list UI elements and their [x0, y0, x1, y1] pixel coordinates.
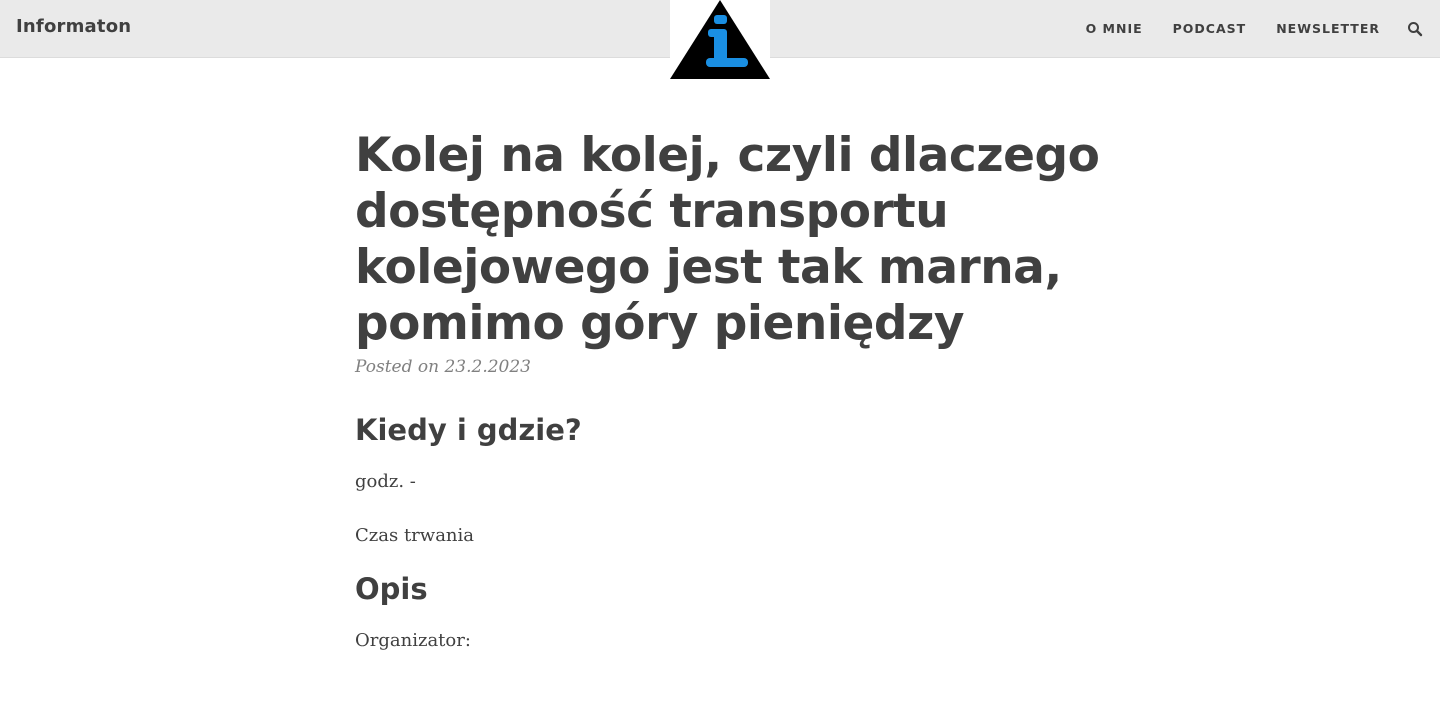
nav-link-newsletter[interactable]: NEWSLETTER: [1276, 21, 1380, 36]
section-heading-when-where: Kiedy i gdzie?: [355, 413, 582, 447]
paragraph-time: godz. -: [355, 471, 416, 492]
post-date: Posted on 23.2.2023: [355, 357, 531, 377]
search-icon: [1408, 22, 1423, 37]
info-triangle-logo-icon: [670, 0, 770, 79]
brand-link[interactable]: Informaton: [16, 16, 131, 37]
main-nav: O MNIE PODCAST NEWSLETTER: [1086, 21, 1380, 36]
post-title: Kolej na kolej, czyli dlaczego dostępnoś…: [355, 128, 1100, 351]
navbar: Informaton O MNIE PODCAST NEWSLETTER: [0, 0, 1440, 80]
site-logo[interactable]: [670, 0, 770, 80]
nav-link-o-mnie[interactable]: O MNIE: [1086, 21, 1143, 36]
paragraph-organizer: Organizator:: [355, 630, 471, 651]
section-heading-description: Opis: [355, 572, 428, 606]
post-content: Kolej na kolej, czyli dlaczego dostępnoś…: [355, 128, 1115, 651]
nav-link-podcast[interactable]: PODCAST: [1173, 21, 1247, 36]
search-button[interactable]: [1407, 21, 1423, 37]
paragraph-duration: Czas trwania: [355, 525, 475, 546]
